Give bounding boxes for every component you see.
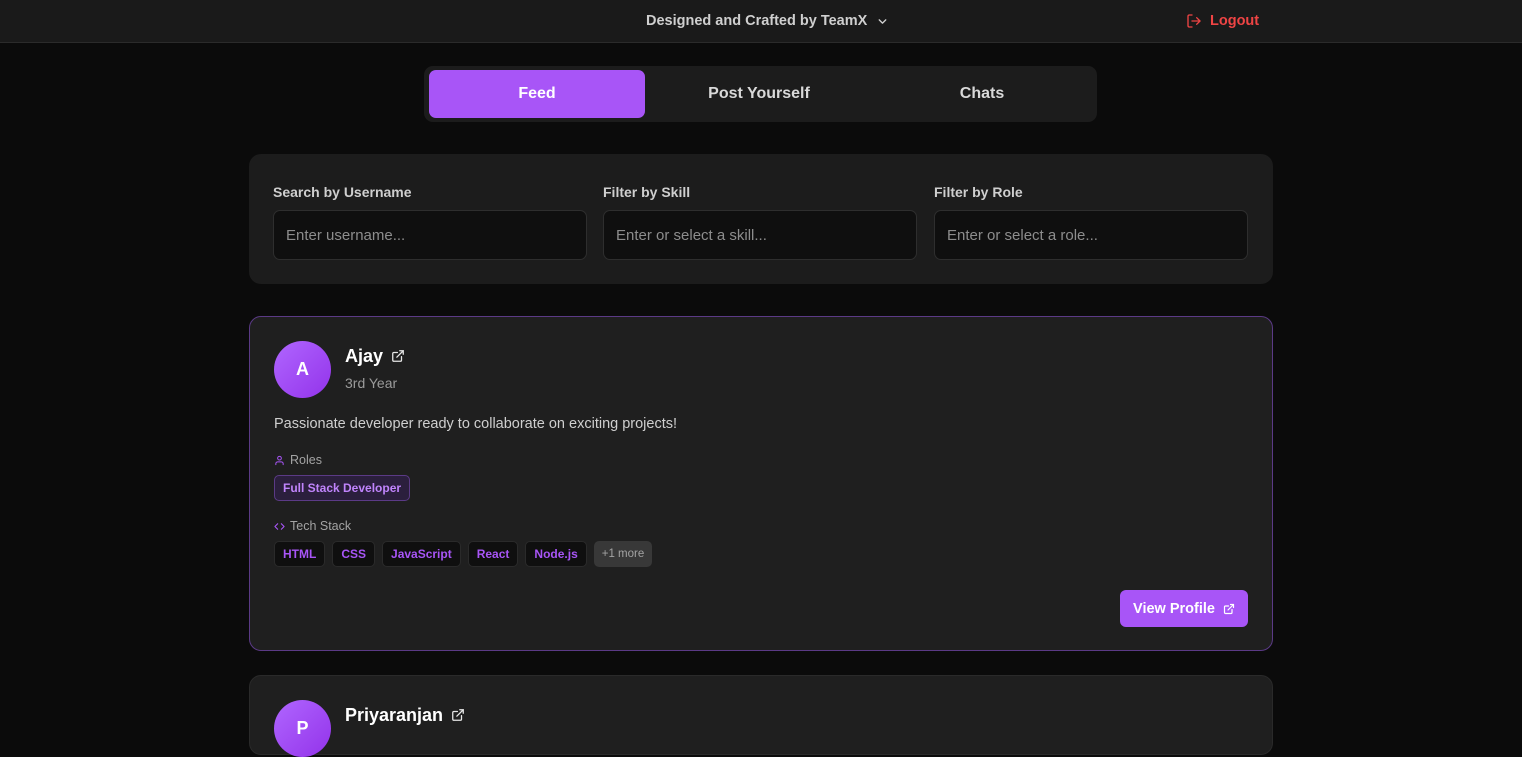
- logout-icon: [1187, 14, 1201, 28]
- role-filter: Filter by Role: [934, 182, 1248, 260]
- brand-label: Designed and Crafted by TeamX: [646, 13, 868, 29]
- role-filter-input[interactable]: [934, 210, 1248, 260]
- profile-name-link[interactable]: Priyaranjan: [345, 703, 465, 727]
- external-link-icon: [1223, 603, 1235, 614]
- profile-name: Ajay: [345, 345, 384, 366]
- profile-bio: Passionate developer ready to collaborat…: [274, 416, 678, 432]
- tech-badge: HTML: [274, 541, 326, 567]
- profile-name: Priyaranjan: [345, 704, 444, 725]
- profile-year: 3rd Year: [345, 375, 398, 391]
- profile-card: A Ajay 3rd Year Passionate developer rea…: [249, 316, 1273, 651]
- code-icon: [274, 522, 285, 530]
- tech-badge: CSS: [332, 541, 376, 567]
- tech-stack-label: Tech Stack: [290, 519, 352, 533]
- main-tabs: Feed Post Yourself Chats: [424, 66, 1097, 122]
- avatar: A: [274, 341, 331, 398]
- tab-chats[interactable]: Chats: [873, 70, 1091, 118]
- view-profile-button[interactable]: View Profile: [1120, 590, 1248, 627]
- top-bar: Designed and Crafted by TeamX Logout: [0, 0, 1522, 43]
- more-tech-badge[interactable]: +1 more: [593, 541, 653, 567]
- avatar: P: [274, 700, 331, 757]
- chevron-down-icon: [878, 18, 887, 24]
- tech-badge: JavaScript: [382, 541, 461, 567]
- tech-badge: Node.js: [525, 541, 587, 567]
- tech-stack-list: HTML CSS JavaScript React Node.js +1 mor…: [274, 541, 653, 567]
- tab-feed[interactable]: Feed: [429, 70, 645, 118]
- roles-section-label: Roles: [274, 452, 322, 468]
- filter-panel: Search by Username Filter by Skill Filte…: [249, 154, 1273, 284]
- tech-badge: React: [467, 541, 519, 567]
- external-link-icon[interactable]: [391, 349, 405, 363]
- brand-menu[interactable]: Designed and Crafted by TeamX: [646, 11, 889, 31]
- external-link-icon[interactable]: [451, 708, 465, 722]
- role-filter-label: Filter by Role: [934, 184, 1023, 200]
- user-icon: [275, 455, 284, 465]
- view-profile-label: View Profile: [1133, 600, 1215, 617]
- skill-filter: Filter by Skill: [603, 182, 917, 260]
- logout-button[interactable]: Logout: [1186, 11, 1259, 31]
- skill-filter-input[interactable]: [603, 210, 917, 260]
- username-filter-label: Search by Username: [273, 184, 412, 200]
- profile-name-link[interactable]: Ajay: [345, 344, 405, 368]
- logout-label: Logout: [1210, 13, 1260, 29]
- skill-filter-label: Filter by Skill: [603, 184, 691, 200]
- roles-label: Roles: [290, 453, 322, 467]
- username-search-input[interactable]: [273, 210, 587, 260]
- role-badge: Full Stack Developer: [274, 475, 411, 501]
- username-filter: Search by Username: [273, 182, 587, 260]
- tab-post-yourself[interactable]: Post Yourself: [650, 70, 868, 118]
- tech-stack-section-label: Tech Stack: [274, 518, 351, 534]
- profile-card: P Priyaranjan: [249, 675, 1273, 757]
